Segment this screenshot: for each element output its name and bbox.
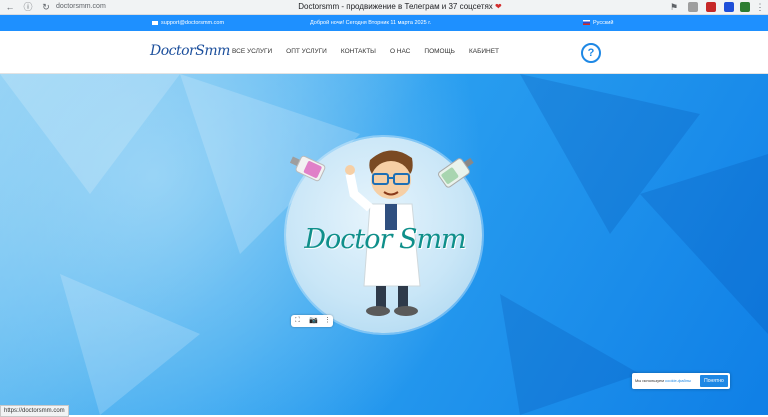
help-icon[interactable]: ? xyxy=(581,43,601,63)
camera-icon[interactable]: 📷 xyxy=(309,315,318,327)
hero-section: Doctor Smm ⛶ 📷 ⋮ xyxy=(0,74,768,415)
cookie-message: Мы используем xyxy=(635,378,664,383)
mail-icon xyxy=(152,20,158,25)
bottle-pink-icon xyxy=(289,155,326,182)
status-url: https://doctorsmm.com xyxy=(0,405,69,417)
site-logo[interactable]: DoctorSmm xyxy=(150,43,230,59)
nav-menu: ВСЕ УСЛУГИ ОПТ УСЛУГИ КОНТАКТЫ О НАС ПОМ… xyxy=(232,31,513,73)
reload-icon[interactable]: ↻ xyxy=(40,1,52,13)
extension-icon[interactable] xyxy=(688,2,698,12)
flag-ru-icon xyxy=(583,20,590,26)
crop-icon[interactable]: ⛶ xyxy=(295,315,300,327)
info-icon[interactable]: ⓘ xyxy=(22,1,34,13)
nav-item-about[interactable]: О НАС xyxy=(390,31,410,73)
extension-icon[interactable] xyxy=(724,2,734,12)
cookie-accept-button[interactable]: Понятно xyxy=(700,375,728,387)
nav-item-contacts[interactable]: КОНТАКТЫ xyxy=(341,31,376,73)
greeting-text: Доброй ночи! Сегодня Вторник 11 марта 20… xyxy=(310,20,432,26)
support-email-text[interactable]: support@doctorsmm.com xyxy=(161,20,224,26)
nav-item-all-services[interactable]: ВСЕ УСЛУГИ xyxy=(232,31,272,73)
image-toolbar: ⛶ 📷 ⋮ xyxy=(291,315,333,327)
extension-icon[interactable] xyxy=(740,2,750,12)
nav-item-wholesale[interactable]: ОПТ УСЛУГИ xyxy=(286,31,327,73)
more-icon[interactable]: ⋮ xyxy=(324,315,331,327)
back-icon[interactable]: ← xyxy=(4,1,16,13)
top-info-bar: support@doctorsmm.com Доброй ночи! Сегод… xyxy=(0,15,768,31)
nav-item-help[interactable]: ПОМОЩЬ xyxy=(424,31,455,73)
language-label[interactable]: Русский xyxy=(593,20,613,26)
heart-icon: ❤ xyxy=(495,2,502,11)
extension-icon[interactable] xyxy=(706,2,716,12)
address-bar[interactable]: doctorsmm.com xyxy=(56,2,126,12)
menu-icon[interactable]: ⋮ xyxy=(754,1,766,13)
language-selector[interactable]: Русский xyxy=(583,15,613,31)
browser-toolbar: ← ⓘ ↻ doctorsmm.com Doctorsmm - продвиже… xyxy=(0,0,768,15)
main-nav: DoctorSmm ВСЕ УСЛУГИ ОПТ УСЛУГИ КОНТАКТЫ… xyxy=(0,31,768,74)
page-title-text: Doctorsmm - продвижение в Телеграм и 37 … xyxy=(298,2,493,11)
cookie-link[interactable]: cookie-файлы xyxy=(665,378,691,383)
nav-item-cabinet[interactable]: КАБИНЕТ xyxy=(469,31,499,73)
cookie-text: Мы используем cookie-файлы xyxy=(635,373,691,389)
hero-logo: Doctor Smm xyxy=(304,224,466,255)
bookmark-icon[interactable]: ⚑ xyxy=(668,1,680,13)
support-email[interactable]: support@doctorsmm.com xyxy=(152,15,224,31)
page-title: Doctorsmm - продвижение в Телеграм и 37 … xyxy=(250,0,550,14)
cookie-banner: Мы используем cookie-файлы Понятно xyxy=(632,373,730,389)
